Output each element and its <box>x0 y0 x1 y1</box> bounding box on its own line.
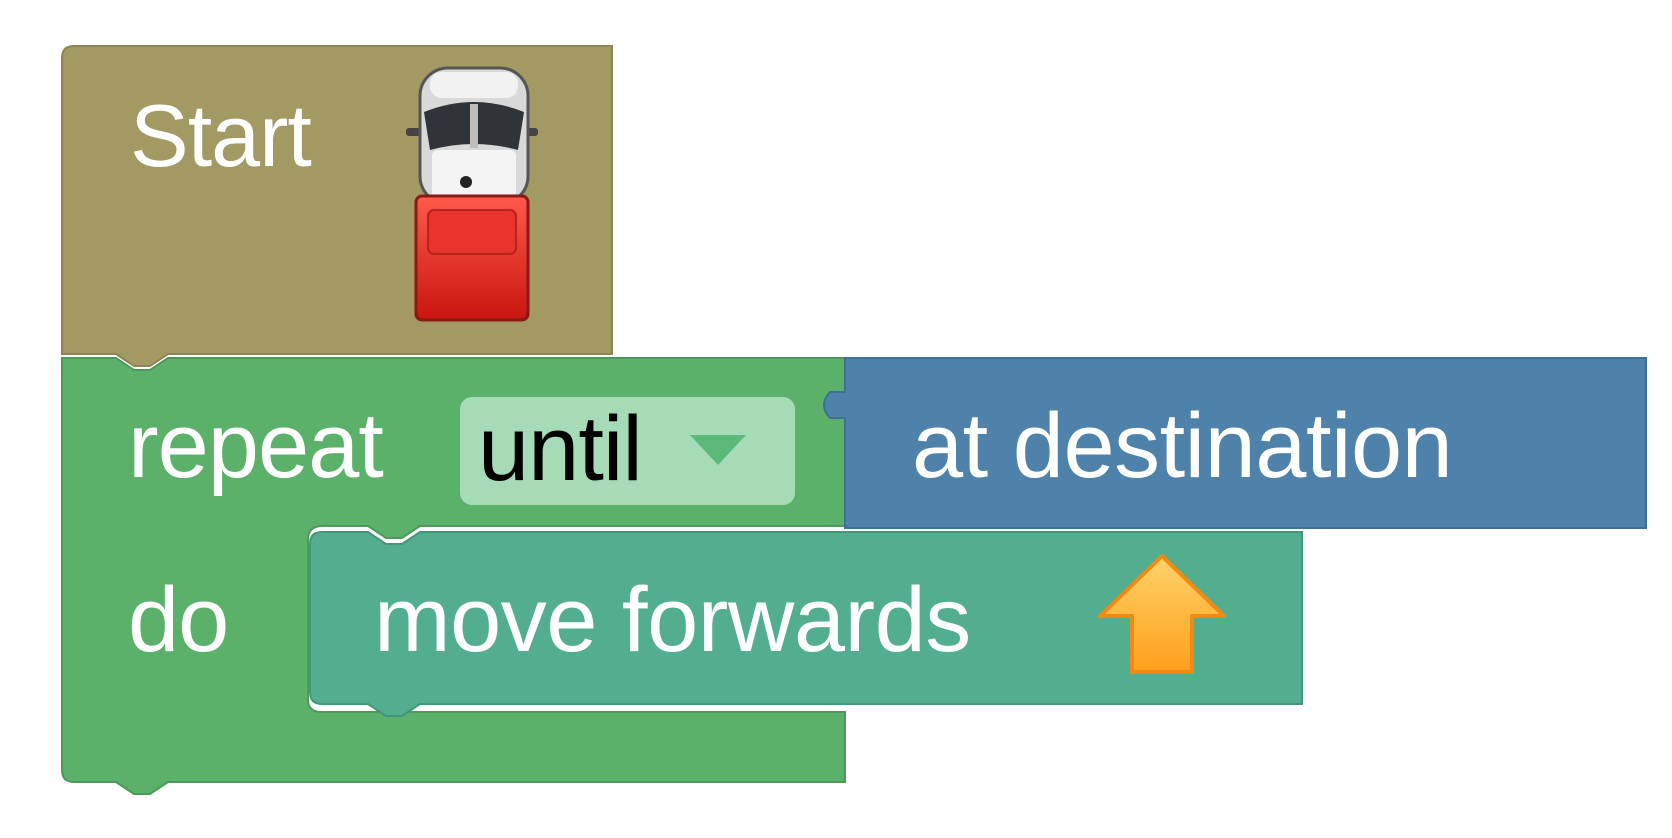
at-destination-label: at destination <box>912 395 1453 497</box>
repeat-mode-value: until <box>478 398 643 500</box>
do-label: do <box>128 569 229 671</box>
repeat-mode-dropdown[interactable]: until <box>460 397 795 505</box>
van-icon <box>406 66 538 322</box>
move-forwards-label: move forwards <box>374 569 971 671</box>
repeat-label: repeat <box>128 395 384 497</box>
block-workspace[interactable]: Start repeat do until at destination mov… <box>0 0 1672 838</box>
start-label: Start <box>130 86 312 185</box>
dropdown-arrow-icon <box>690 435 746 465</box>
